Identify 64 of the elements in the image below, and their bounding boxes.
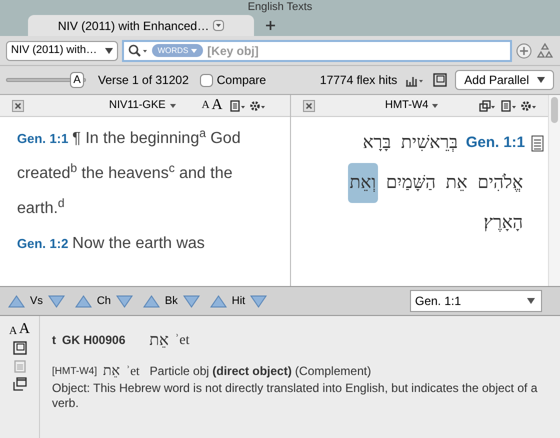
close-icon[interactable]	[303, 100, 315, 112]
hit-count: 17774 flex hits	[320, 72, 398, 89]
hebrew-word[interactable]: הָאָרֶץ׃	[482, 203, 525, 243]
compare-checkbox[interactable]	[200, 74, 213, 86]
document-menu-icon[interactable]	[230, 100, 246, 112]
hebrew-word[interactable]: וְאֵת	[348, 163, 378, 203]
window-icon[interactable]	[12, 341, 26, 355]
version-dropdown[interactable]: NIV (2011) with…	[6, 40, 118, 60]
tab-menu-icon[interactable]	[213, 20, 224, 31]
hebrew-word[interactable]: אֱלֹהִים	[475, 163, 525, 203]
window-title: English Texts	[248, 2, 312, 12]
transliteration: ʾet	[126, 362, 140, 380]
verse-reference-link[interactable]: Gen. 1:2	[17, 236, 68, 251]
verse-counter: Verse 1 of 31202	[98, 72, 189, 89]
compare-label[interactable]: Compare	[216, 71, 266, 89]
source-label: [HMT-W4]	[52, 364, 97, 378]
caret-icon[interactable]	[432, 104, 438, 108]
verse-text: Gen. 1:2 Now the earth was	[17, 234, 206, 254]
settings-icon[interactable]	[249, 100, 266, 112]
pane-title[interactable]: HMT-W4	[385, 97, 428, 114]
document-tab[interactable]: NIV (2011) with Enhanced…	[28, 15, 254, 36]
font-larger-button[interactable]: A	[19, 322, 30, 337]
close-icon[interactable]	[12, 100, 24, 112]
pane-title[interactable]: NIV11-GKE	[109, 97, 166, 114]
hebrew-word: אֵת	[103, 362, 120, 380]
search-query: [Key obj]	[207, 42, 259, 60]
hebrew-word[interactable]: בָּרָא	[360, 123, 394, 163]
slider[interactable]: A	[6, 72, 88, 88]
verse-text: Gen. 1:1 ¶ In the beginning$^{a}$ God created$^{b}$ the heavens$^{c}$ and the earth.$^{d}$	[17, 125, 242, 219]
entry-prefix: t	[52, 332, 56, 349]
verse-reference-link[interactable]: Gen. 1:1	[17, 131, 68, 146]
windows-icon[interactable]	[12, 377, 26, 391]
nav-label: Hit	[232, 294, 246, 309]
strongs-number: GK H00906	[62, 332, 126, 349]
document-menu-icon[interactable]	[501, 100, 516, 112]
nav-label: Bk	[164, 294, 178, 309]
add-icon[interactable]	[516, 42, 532, 58]
nav-label: Vs	[30, 294, 43, 309]
caret-icon	[537, 77, 545, 83]
clipboard-icon[interactable]	[14, 359, 26, 373]
definition-text: Object: This Hebrew word is not directly translated into English, but indicates the object of a verb.	[52, 381, 538, 411]
font-smaller-button[interactable]: A	[202, 97, 210, 114]
scrollbar-thumb[interactable]	[551, 97, 558, 123]
add-parallel-button[interactable]: Add Parallel	[455, 70, 554, 90]
font-smaller-button[interactable]: A	[9, 326, 18, 337]
search-icon[interactable]	[128, 44, 148, 57]
copy-menu-icon[interactable]	[479, 100, 495, 112]
caret-icon[interactable]	[170, 104, 176, 108]
verse-reference-link[interactable]: Gen. 1:1	[466, 123, 525, 163]
parsing-text: Particle obj (direct object) (Complement)	[150, 363, 372, 380]
nav-label: Ch	[96, 294, 111, 309]
font-larger-button[interactable]: A	[212, 94, 222, 117]
hebrew-word[interactable]: הַשָּׁמַיִם	[384, 163, 438, 203]
hebrew-word: אֵת	[149, 329, 169, 351]
hebrew-word[interactable]: אֵת	[444, 163, 470, 203]
new-tab-icon[interactable]	[266, 21, 275, 30]
window-icon[interactable]	[433, 73, 448, 87]
caret-icon	[104, 48, 113, 54]
hebrew-word[interactable]: בְּרֵאשִׁית	[399, 123, 460, 163]
note-icon[interactable]	[531, 134, 544, 152]
slider-thumb[interactable]: A	[70, 72, 84, 88]
settings-icon[interactable]	[520, 100, 536, 112]
transliteration: ʾet	[174, 332, 190, 350]
caret-icon	[191, 48, 198, 52]
